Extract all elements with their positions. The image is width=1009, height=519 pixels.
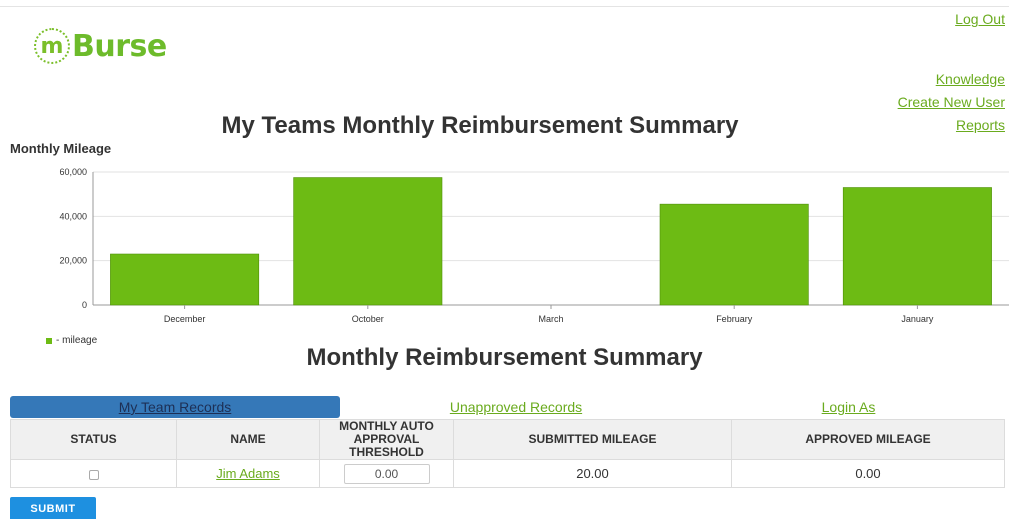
- x-tick-label: October: [352, 314, 384, 324]
- x-tick-label: January: [901, 314, 934, 324]
- threshold-header-line2: APPROVAL THRESHOLD: [349, 432, 424, 459]
- logo-text: Burse: [72, 28, 167, 64]
- table-row: Jim Adams 20.00 0.00: [10, 459, 1005, 488]
- threshold-cell: [319, 459, 454, 488]
- threshold-header: MONTHLY AUTO APPROVAL THRESHOLD: [319, 419, 454, 460]
- page-title: My Teams Monthly Reimbursement Summary: [221, 112, 739, 139]
- x-tick-label: March: [538, 314, 563, 324]
- records-table: STATUS NAME MONTHLY AUTO APPROVAL THRESH…: [10, 419, 1005, 488]
- tab-login-as[interactable]: Login As: [692, 396, 1005, 418]
- table-header-row: STATUS NAME MONTHLY AUTO APPROVAL THRESH…: [10, 419, 1005, 460]
- logout-link[interactable]: Log Out: [955, 11, 1005, 27]
- employee-name-link[interactable]: Jim Adams: [216, 466, 280, 481]
- top-divider: [0, 6, 1009, 7]
- status-header: STATUS: [10, 419, 177, 460]
- bar: [842, 187, 992, 306]
- name-cell: Jim Adams: [176, 459, 320, 488]
- name-header: NAME: [176, 419, 320, 460]
- create-new-user-link[interactable]: Create New User: [898, 94, 1005, 110]
- y-tick-label: 40,000: [59, 211, 87, 221]
- y-tick-label: 0: [82, 300, 87, 310]
- tab-my-team-records[interactable]: My Team Records: [10, 396, 340, 418]
- legend-swatch: [46, 337, 52, 344]
- submitted-header: SUBMITTED MILEAGE: [453, 419, 732, 460]
- summary-title: Monthly Reimbursement Summary: [306, 344, 703, 371]
- approved-header: APPROVED MILEAGE: [731, 419, 1005, 460]
- status-cell: [10, 459, 177, 488]
- bar: [293, 177, 443, 306]
- approved-cell: 0.00: [731, 459, 1005, 488]
- mileage-bar-chart: 0 20,000 40,000 60,000 December October March F…: [59, 167, 1009, 324]
- chart-label: Monthly Mileage: [10, 141, 112, 156]
- records-tabs: My Team Records Unapproved Records Login…: [10, 396, 1005, 418]
- submit-button[interactable]: SUBMIT: [10, 497, 96, 519]
- submitted-cell: 20.00: [453, 459, 732, 488]
- threshold-input[interactable]: [343, 463, 430, 484]
- mburse-logo: m Burse: [34, 28, 167, 64]
- bar: [659, 203, 809, 306]
- y-tick-label: 20,000: [59, 256, 87, 266]
- x-tick-label: February: [716, 314, 753, 324]
- tab-unapproved-records[interactable]: Unapproved Records: [340, 396, 692, 418]
- logo-mark: m: [34, 28, 70, 64]
- y-tick-label: 60,000: [59, 167, 87, 177]
- bar: [110, 253, 260, 306]
- threshold-header-line1: MONTHLY AUTO: [339, 419, 434, 433]
- status-checkbox[interactable]: [88, 469, 99, 480]
- reports-link[interactable]: Reports: [956, 117, 1005, 133]
- x-tick-label: December: [164, 314, 206, 324]
- knowledge-link[interactable]: Knowledge: [936, 71, 1005, 87]
